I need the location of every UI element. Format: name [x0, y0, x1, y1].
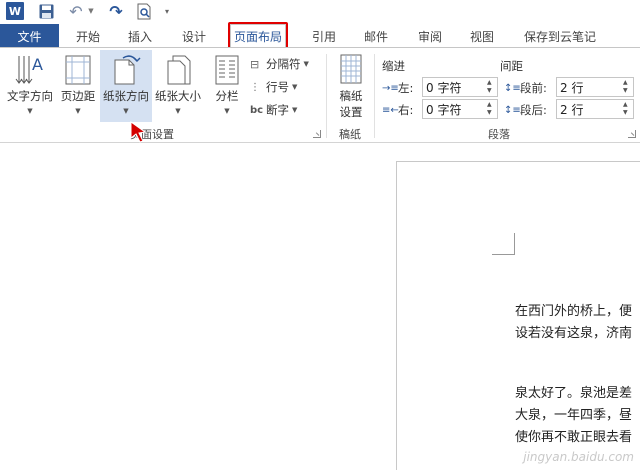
chevron-down-icon: ▼	[303, 60, 309, 68]
document-text-line: 泉太好了。泉池是差	[515, 386, 633, 401]
line-numbers-icon: ⋮	[250, 81, 260, 93]
columns-icon	[213, 50, 241, 86]
watermark: jingyan.baidu.com	[523, 450, 634, 464]
spin-arrows-icon[interactable]: ▲ ▼	[623, 101, 631, 117]
spacing-after-input[interactable]: 2 行 ▲ ▼	[556, 99, 634, 119]
group-separator	[374, 54, 375, 138]
tab-file[interactable]: 文件	[0, 24, 59, 48]
mouse-pointer-icon	[130, 121, 147, 143]
chevron-down-icon: ▼	[75, 107, 81, 115]
orientation-label: 纸张方向	[103, 89, 149, 103]
text-direction-button[interactable]: A 文字方向 ▼	[4, 50, 56, 122]
indent-right-value: 0 字符	[426, 102, 462, 117]
manuscript-label-line2: 设置	[339, 105, 363, 119]
margins-label: 页边距	[60, 89, 96, 103]
margins-icon	[63, 50, 93, 86]
tab-references[interactable]: 引用	[302, 24, 346, 48]
columns-button[interactable]: 分栏 ▼	[208, 50, 246, 122]
margins-button[interactable]: 页边距 ▼	[56, 50, 100, 122]
document-text-line: 在西门外的桥上，便	[515, 304, 633, 319]
indent-right-input[interactable]: 0 字符 ▲ ▼	[422, 99, 498, 119]
tab-view[interactable]: 视图	[460, 24, 504, 48]
indent-title: 缩进	[382, 59, 405, 73]
tab-mailings[interactable]: 邮件	[354, 24, 398, 48]
spacing-title: 间距	[500, 59, 523, 73]
breaks-label: 分隔符	[266, 57, 301, 71]
manuscript-group-label: 稿纸	[339, 128, 361, 141]
redo-icon[interactable]: ↷	[107, 2, 125, 21]
indent-right-label: ≡← 右:	[382, 103, 414, 117]
chevron-down-icon: ▼	[27, 107, 33, 115]
chevron-down-icon: ▼	[224, 107, 230, 115]
columns-label: 分栏	[215, 89, 239, 103]
highlight-box	[228, 22, 288, 50]
line-numbers-label: 行号	[266, 80, 289, 94]
quick-access-toolbar: W ↶ ▼ ↷ ▾	[0, 0, 640, 24]
spacing-after-label: ↕≡ 段后:	[504, 103, 547, 117]
hyphenation-button[interactable]: bc 断字 ▼	[250, 100, 297, 120]
page-setup-launcher-icon[interactable]	[313, 130, 321, 138]
ribbon-tab-bar: 文件 开始 插入 设计 页面布局 引用 邮件 审阅 视图 保存到云笔记	[0, 24, 640, 48]
chevron-down-icon: ▼	[175, 107, 181, 115]
indent-right-icon: ≡←	[382, 104, 399, 116]
tab-insert[interactable]: 插入	[118, 24, 162, 48]
paper-size-button[interactable]: 纸张大小 ▼	[152, 50, 204, 122]
line-numbers-button[interactable]: ⋮ 行号 ▼	[250, 77, 297, 97]
manuscript-settings-button[interactable]: 稿纸 设置	[332, 50, 370, 122]
chevron-down-icon: ▼	[292, 106, 298, 114]
indent-left-icon: →≡	[382, 82, 399, 94]
chevron-down-icon: ▼	[292, 83, 298, 91]
chevron-down-icon: ▼	[123, 107, 129, 115]
undo-icon[interactable]: ↶	[67, 2, 85, 21]
paragraph-group-label: 段落	[488, 128, 510, 141]
paper-size-icon	[163, 50, 193, 86]
customize-qat-icon[interactable]: ▾	[162, 2, 172, 20]
manuscript-label-line1: 稿纸	[339, 89, 363, 103]
tab-review[interactable]: 审阅	[408, 24, 452, 48]
manuscript-icon	[338, 50, 364, 86]
paper-size-label: 纸张大小	[155, 89, 201, 103]
text-direction-icon: A	[13, 50, 47, 86]
margin-corner-mark	[492, 254, 515, 255]
document-text-line: 大泉，一年四季，昼	[515, 408, 633, 423]
hyphenation-icon: bc	[250, 104, 264, 116]
spacing-before-value: 2 行	[560, 80, 584, 95]
spacing-after-value: 2 行	[560, 102, 584, 117]
undo-dropdown-icon[interactable]: ▼	[87, 2, 95, 20]
svg-text:A: A	[32, 55, 43, 74]
breaks-icon: ⊟	[250, 57, 260, 71]
indent-left-value: 0 字符	[426, 80, 462, 95]
spacing-before-label: ↕≡ 段前:	[504, 81, 547, 95]
tab-design[interactable]: 设计	[172, 24, 216, 48]
tab-save-to-cloud-notes[interactable]: 保存到云笔记	[514, 24, 606, 48]
spacing-before-input[interactable]: 2 行 ▲ ▼	[556, 77, 634, 97]
tab-home[interactable]: 开始	[66, 24, 110, 48]
spin-arrows-icon[interactable]: ▲ ▼	[623, 79, 631, 95]
save-icon[interactable]	[38, 2, 54, 20]
paragraph-launcher-icon[interactable]	[628, 130, 636, 138]
orientation-icon	[109, 50, 143, 86]
spin-arrows-icon[interactable]: ▲ ▼	[487, 79, 495, 95]
breaks-button[interactable]: ⊟ 分隔符 ▼	[250, 54, 309, 74]
orientation-button[interactable]: 纸张方向 ▼	[100, 50, 152, 122]
spin-arrows-icon[interactable]: ▲ ▼	[487, 101, 495, 117]
text-direction-label: 文字方向	[7, 89, 53, 103]
print-preview-icon[interactable]	[136, 2, 154, 20]
indent-left-input[interactable]: 0 字符 ▲ ▼	[422, 77, 498, 97]
margin-corner-mark	[514, 233, 515, 255]
indent-left-label: →≡ 左:	[382, 81, 414, 95]
spacing-after-icon: ↕≡	[504, 104, 521, 116]
group-separator	[326, 54, 327, 138]
document-text-line: 使你再不敢正眼去看	[515, 430, 633, 445]
hyphenation-label: 断字	[266, 103, 289, 117]
ribbon-page-layout: A 文字方向 ▼ 页边距 ▼ 纸张方向 ▼ 纸张大小 ▼ 分栏 ▼ ⊟ 分隔符 …	[0, 47, 640, 143]
word-app-icon[interactable]: W	[6, 2, 24, 20]
spacing-before-icon: ↕≡	[504, 82, 521, 94]
document-text-line: 设若没有这泉，济南	[515, 326, 633, 341]
